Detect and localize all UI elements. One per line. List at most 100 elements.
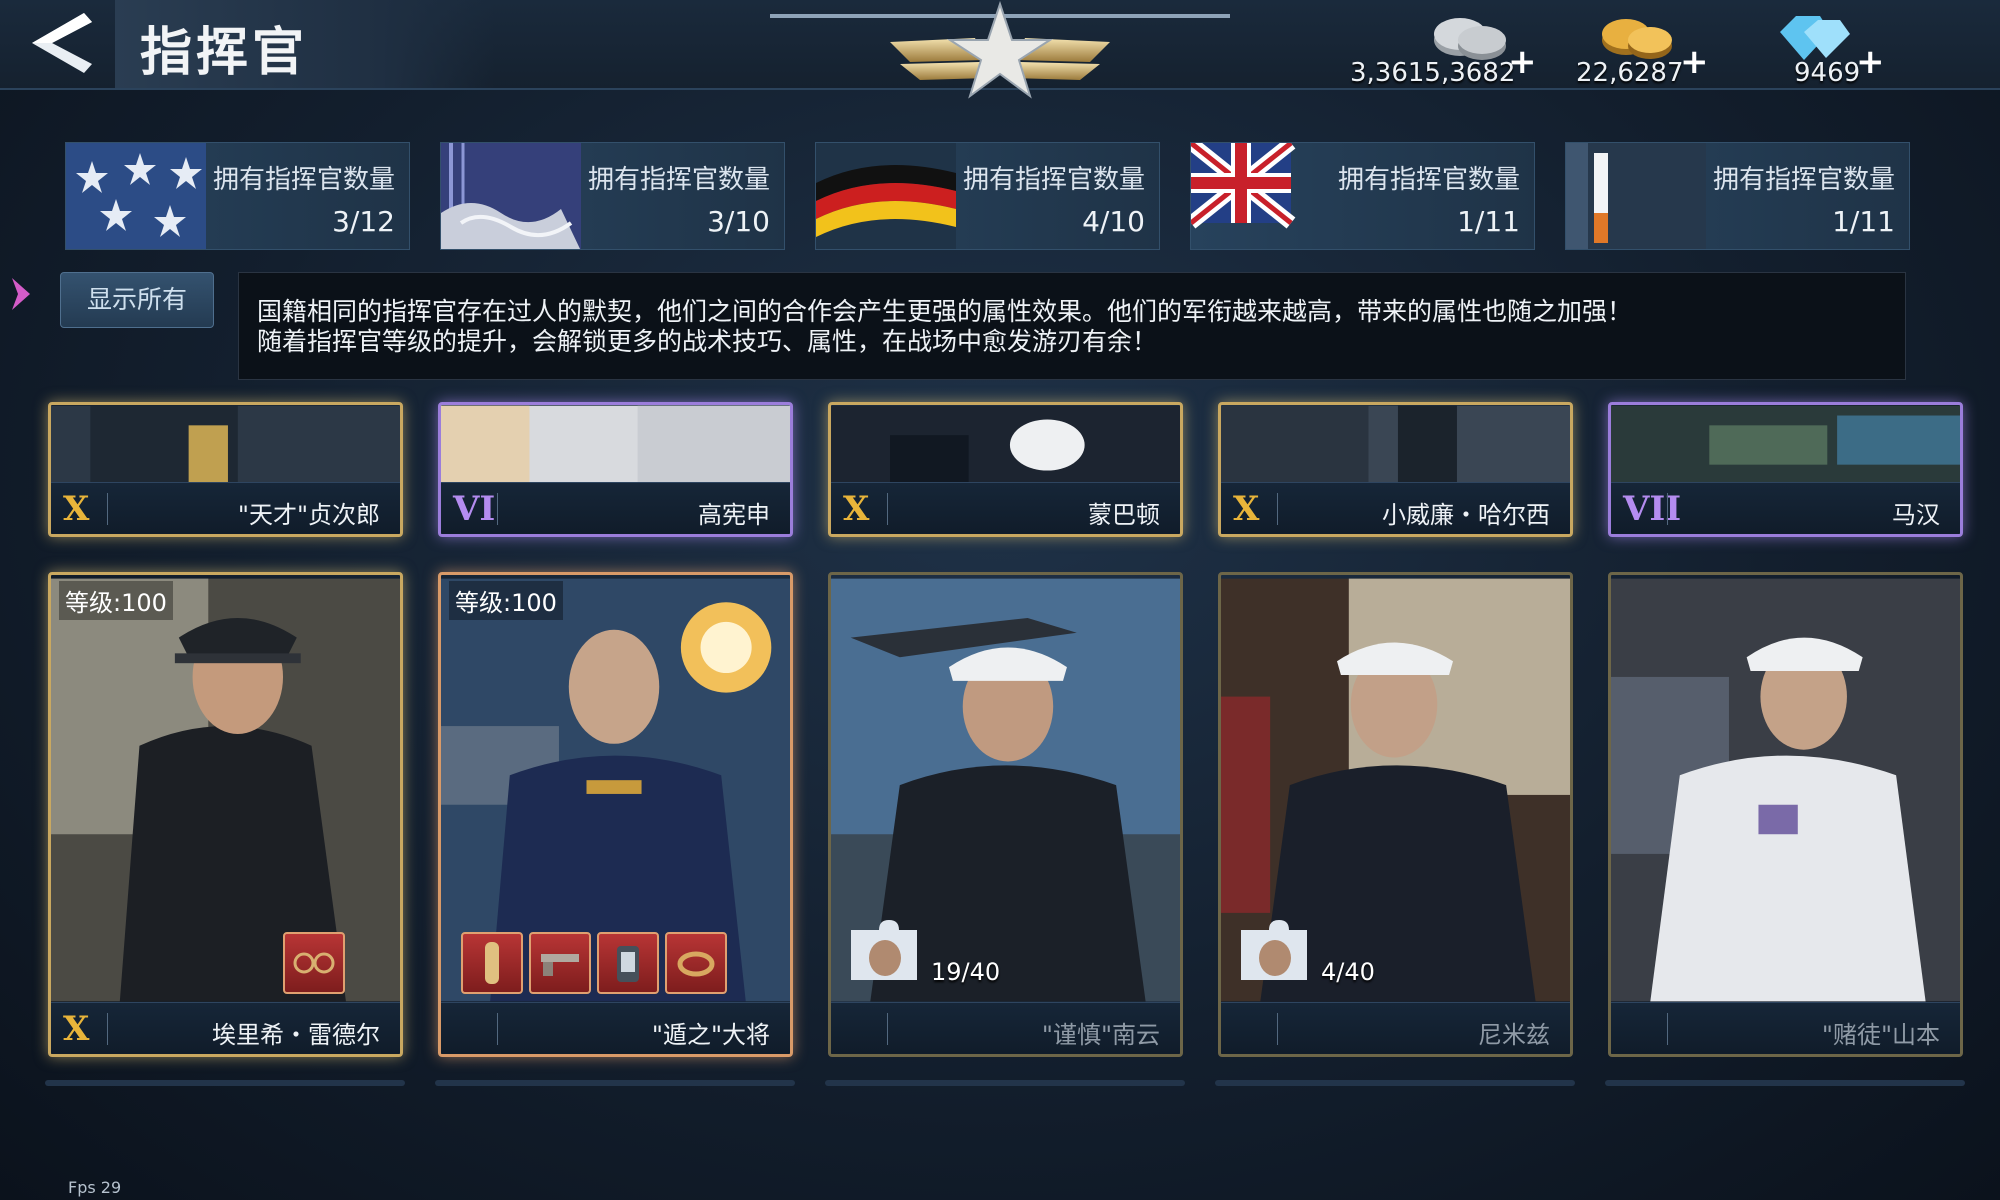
next-row-hint <box>1215 1080 1575 1086</box>
commander-card-bottom-2[interactable]: 等级:100 "遁之"大将 <box>438 572 793 1057</box>
equipment-slot[interactable] <box>529 932 591 994</box>
ring-icon <box>677 951 715 977</box>
info-line-2: 随着指挥官等级的提升，会解锁更多的战术技巧、属性，在战场中愈发游刃有余！ <box>257 327 1158 356</box>
commander-name: 马汉 <box>1892 501 1940 529</box>
commander-card-top-2[interactable]: VI 高宪申 <box>438 402 793 537</box>
commander-nameplate: X "天才"贞次郎 <box>51 482 400 534</box>
nameplate-divider <box>107 493 108 525</box>
lantern-icon <box>617 946 639 982</box>
equipment-slot[interactable] <box>461 932 523 994</box>
nameplate-divider <box>497 1013 498 1045</box>
puzzle-fragment-icon <box>1241 920 1307 980</box>
goggles-icon <box>293 952 335 974</box>
back-button[interactable] <box>14 8 104 78</box>
nation-owned-label: 拥有指挥官数量 <box>1712 165 1895 195</box>
commander-card-bottom-3[interactable]: 19/40 "谨慎"南云 <box>828 572 1183 1057</box>
equipment-slot[interactable] <box>283 932 345 994</box>
add-gold-button[interactable]: + <box>1680 42 1709 82</box>
japan-flag-icon <box>441 143 581 249</box>
nation-tile-japan[interactable]: 拥有指挥官数量 3/10 <box>440 142 785 250</box>
page-title: 指挥官 <box>140 23 309 83</box>
commander-card-top-5[interactable]: VII 马汉 <box>1608 402 1963 537</box>
nation-owned-count: 4/10 <box>1082 205 1145 238</box>
nameplate-divider <box>107 1013 108 1045</box>
commander-name: 小威廉・哈尔西 <box>1382 501 1550 529</box>
show-all-button[interactable]: 显示所有 <box>60 272 214 328</box>
commander-card-bottom-1[interactable]: 等级:100 X 埃里希・雷德尔 <box>48 572 403 1057</box>
medal-icon <box>485 942 499 984</box>
next-row-hint <box>435 1080 795 1086</box>
fragment-progress: 19/40 <box>845 920 1000 990</box>
next-row-hint <box>825 1080 1185 1086</box>
nation-tile-germany[interactable]: 拥有指挥官数量 4/10 <box>815 142 1160 250</box>
nameplate-divider <box>1667 493 1668 525</box>
side-expand-arrow-icon[interactable] <box>8 276 32 312</box>
commander-rank: X <box>843 489 870 529</box>
nameplate-divider <box>887 493 888 525</box>
add-silver-button[interactable]: + <box>1508 42 1537 82</box>
nameplate-divider <box>1277 1013 1278 1045</box>
commander-card-top-1[interactable]: X "天才"贞次郎 <box>48 402 403 537</box>
nation-owned-label: 拥有指挥官数量 <box>1337 165 1520 195</box>
nation-owned-count: 3/12 <box>332 205 395 238</box>
info-line-1: 国籍相同的指挥官存在过人的默契，他们之间的合作会产生更强的属性效果。他们的军衔越… <box>257 297 1633 326</box>
commander-name: 埃里希・雷德尔 <box>212 1021 380 1049</box>
commander-nameplate: VII 马汉 <box>1611 482 1960 534</box>
equipment-slot[interactable] <box>665 932 727 994</box>
commander-rank: VI <box>453 489 496 529</box>
commander-name: 蒙巴顿 <box>1088 501 1160 529</box>
commander-card-bottom-5[interactable]: "赌徒"山本 <box>1608 572 1963 1057</box>
commander-card-top-3[interactable]: X 蒙巴顿 <box>828 402 1183 537</box>
commander-level: 等级:100 <box>449 581 563 620</box>
star-wings-emblem-icon <box>890 0 1110 99</box>
commander-nameplate: X 蒙巴顿 <box>831 482 1180 534</box>
nation-owned-label: 拥有指挥官数量 <box>212 165 395 195</box>
fragment-count: 4/40 <box>1321 958 1375 986</box>
commander-level: 等级:100 <box>59 581 173 620</box>
commander-nameplate: 尼米兹 <box>1221 1002 1570 1054</box>
commander-name: "赌徒"山本 <box>1821 1021 1940 1049</box>
add-diamond-button[interactable]: + <box>1856 42 1885 82</box>
germany-flag-icon <box>816 143 956 249</box>
silver-currency: 3,3615,3682 + <box>1340 6 1550 90</box>
commander-nameplate: VI 高宪申 <box>441 482 790 534</box>
fps-counter: Fps 29 <box>68 1178 122 1197</box>
commander-card-top-4[interactable]: X 小威廉・哈尔西 <box>1218 402 1573 537</box>
gold-currency: 22,6287 + <box>1570 6 1710 90</box>
fragment-count: 19/40 <box>931 958 1001 986</box>
pistol-icon <box>541 954 579 976</box>
commander-portrait <box>1611 405 1960 485</box>
nation-tile-uk[interactable]: 拥有指挥官数量 1/11 <box>1190 142 1535 250</box>
nation-tile-other[interactable]: 拥有指挥官数量 1/11 <box>1565 142 1910 250</box>
us-flag-icon <box>66 143 206 249</box>
nation-owned-label: 拥有指挥官数量 <box>587 165 770 195</box>
commander-rank: X <box>1233 489 1260 529</box>
nation-owned-count: 1/11 <box>1832 205 1895 238</box>
back-arrow-icon <box>32 13 92 73</box>
nation-owned-count: 3/10 <box>707 205 770 238</box>
commander-nameplate: X 小威廉・哈尔西 <box>1221 482 1570 534</box>
nation-tile-us[interactable]: 拥有指挥官数量 3/12 <box>65 142 410 250</box>
equipment-slot[interactable] <box>597 932 659 994</box>
commander-name: 尼米兹 <box>1478 1021 1550 1049</box>
uk-flag-icon <box>1191 143 1296 229</box>
other-flag-icon <box>1566 143 1706 249</box>
diamond-currency: 9469 + <box>1760 6 1885 90</box>
commander-nameplate: X 埃里希・雷德尔 <box>51 1002 400 1054</box>
next-row-hint <box>1605 1080 1965 1086</box>
nameplate-divider <box>1277 493 1278 525</box>
equipment-slots <box>461 932 727 994</box>
commander-card-bottom-4[interactable]: 4/40 尼米兹 <box>1218 572 1573 1057</box>
commander-portrait <box>1221 405 1570 485</box>
commander-nameplate: "谨慎"南云 <box>831 1002 1180 1054</box>
commander-portrait <box>51 578 400 1002</box>
commander-name: "遁之"大将 <box>651 1021 770 1049</box>
commander-portrait <box>831 405 1180 485</box>
nameplate-divider <box>1667 1013 1668 1045</box>
gold-amount: 22,6287 <box>1576 58 1684 88</box>
next-row-hint <box>45 1080 405 1086</box>
commander-rank: X <box>63 1009 90 1049</box>
commander-nameplate: "赌徒"山本 <box>1611 1002 1960 1054</box>
commander-rank: X <box>63 489 90 529</box>
silver-amount: 3,3615,3682 <box>1350 58 1516 88</box>
